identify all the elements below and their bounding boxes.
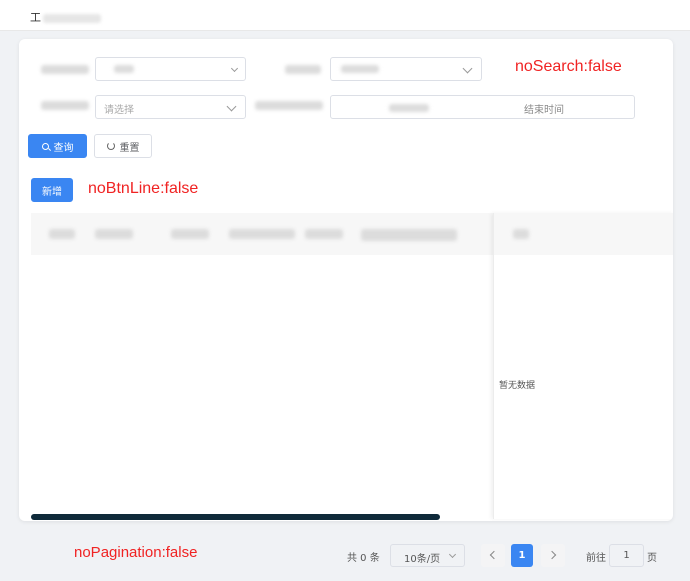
column-header [171, 229, 209, 239]
page-number-current[interactable]: 1 [511, 544, 533, 567]
field3-value: 请选择 [104, 105, 134, 116]
prev-page-button[interactable] [481, 544, 505, 567]
field3-label [41, 101, 89, 110]
field1-select[interactable] [95, 57, 246, 81]
horizontal-scrollbar[interactable] [31, 514, 440, 520]
field2-label [285, 65, 321, 74]
chevron-left-icon [489, 550, 499, 560]
annotation-no-search: noSearch:false [515, 58, 622, 75]
page-size-value: 10条/页 [404, 554, 441, 565]
breadcrumb-label: 工 [30, 11, 41, 24]
field2-blurred-value [341, 65, 379, 73]
column-header [95, 229, 133, 239]
goto-label-text: 前往 [586, 552, 606, 564]
date-label [255, 101, 323, 110]
annotation-no-btn-line: noBtnLine:false [88, 180, 199, 197]
field1-label [41, 65, 89, 74]
add-button[interactable]: 新增 [31, 178, 73, 202]
field3-select[interactable]: 请选择 [95, 95, 246, 119]
goto-label: 前往 [586, 544, 606, 568]
breadcrumb-blurred-text [43, 13, 101, 23]
search-icon [41, 142, 49, 150]
goto-page-input[interactable]: 1 [609, 544, 644, 567]
data-table: 暂无数据 [31, 213, 673, 519]
date-start-blurred [389, 104, 429, 112]
annotation-no-pagination: noPagination:false [74, 544, 198, 561]
top-bar: 工 [0, 0, 690, 31]
field1-blurred-value [114, 65, 134, 73]
empty-state-text: 暂无数据 [499, 381, 536, 391]
column-header [361, 229, 457, 241]
next-page-button[interactable] [541, 544, 565, 567]
chevron-down-icon [462, 63, 473, 74]
pagination-total-label: 共 0 条 [347, 552, 380, 564]
search-button[interactable]: 查询 [28, 134, 87, 158]
date-range-picker[interactable]: 结束时间 [330, 95, 635, 119]
date-end-placeholder: 结束时间 [524, 105, 564, 116]
field2-select[interactable] [330, 57, 482, 81]
chevron-right-icon [547, 550, 557, 560]
chevron-down-icon [448, 550, 457, 559]
breadcrumb: 工 [30, 9, 101, 25]
chevron-down-icon [226, 101, 237, 112]
fixed-right-column [493, 213, 673, 519]
pagination-total: 共 0 条 [347, 544, 380, 568]
refresh-icon [106, 142, 115, 150]
page-suffix: 页 [647, 544, 657, 568]
add-button-label: 新增 [42, 186, 62, 198]
main-card: noSearch:false 请选择 结束时间 查询 重置 新增 noBtnLi… [19, 39, 673, 521]
column-header [305, 229, 343, 239]
column-header [49, 229, 75, 239]
column-header [229, 229, 295, 239]
reset-button[interactable]: 重置 [94, 134, 152, 158]
page-size-select[interactable]: 10条/页 [390, 544, 465, 567]
reset-button-label: 重置 [119, 142, 140, 154]
search-button-label: 查询 [53, 142, 74, 154]
chevron-down-icon [230, 64, 239, 73]
page-suffix-text: 页 [647, 552, 657, 564]
